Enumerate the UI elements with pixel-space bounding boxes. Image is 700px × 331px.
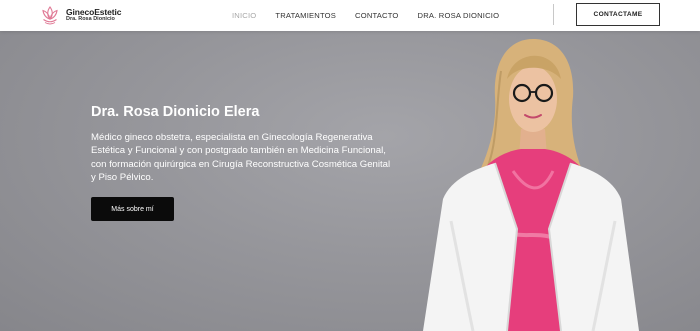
doctor-portrait [423, 39, 639, 331]
lotus-logo-icon [42, 6, 58, 25]
brand-logo[interactable]: GinecoEstetic Dra. Rosa Dionicio [40, 4, 121, 26]
brand-subtitle: Dra. Rosa Dionicio [66, 16, 115, 22]
nav-link-inicio[interactable]: INICIO [232, 11, 256, 20]
nav-link-dra-rosa-dionicio[interactable]: DRA. ROSA DIONICIO [418, 11, 500, 20]
hero-section: Dra. Rosa Dionicio Elera Médico gineco o… [0, 31, 700, 331]
nav-link-tratamientos[interactable]: TRATAMIENTOS [275, 11, 336, 20]
hero-title: Dra. Rosa Dionicio Elera [91, 104, 260, 120]
brand-text: GinecoEstetic Dra. Rosa Dionicio [66, 6, 122, 23]
top-navbar: GinecoEstetic Dra. Rosa Dionicio INICIO … [0, 0, 700, 31]
brand-name: GinecoEstetic [66, 6, 122, 17]
mas-sobre-mi-button[interactable]: Más sobre mí [91, 197, 174, 221]
contactame-button[interactable]: CONTACTAME [576, 3, 660, 26]
hero-description: Médico gineco obstetra, especialista en … [91, 132, 391, 183]
nav-divider [553, 4, 554, 25]
main-nav: INICIO TRATAMIENTOS CONTACTO DRA. ROSA D… [232, 0, 518, 31]
nav-link-contacto[interactable]: CONTACTO [355, 11, 399, 20]
